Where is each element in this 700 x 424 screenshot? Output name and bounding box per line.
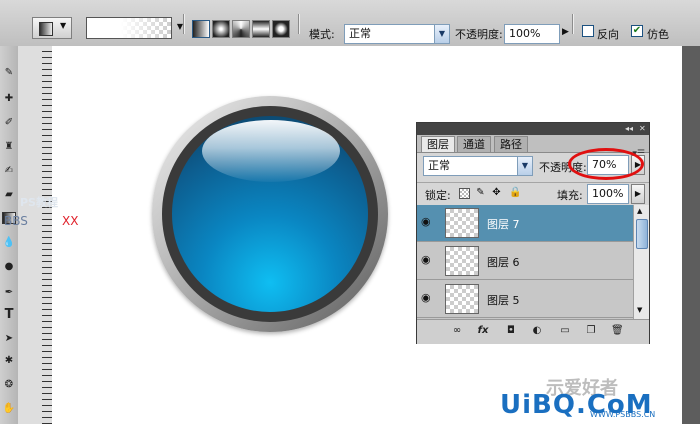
gradient-swatch[interactable]: ▼ (86, 17, 183, 39)
layer-row-6[interactable]: ◉ 图层 6 (417, 243, 633, 280)
layer-style-icon[interactable]: fx (477, 325, 489, 337)
scroll-up-icon[interactable]: ▲ (637, 207, 642, 215)
lock-all-icon[interactable]: 🔒 (509, 187, 521, 198)
blur-tool-icon[interactable]: 💧 (2, 236, 16, 250)
blend-mode-value: 正常 (428, 159, 450, 172)
tool-preset-picker[interactable]: ▼ (32, 17, 72, 39)
type-tool-icon[interactable]: T (2, 308, 16, 322)
gradient-type-group (192, 20, 290, 38)
brush-tool-icon[interactable]: ✐ (2, 116, 16, 130)
options-bar: ▼ ▼ 模式: 正常 ▼ 不透明度: 100% ▶ 反向 ✔ 仿色 (0, 0, 700, 47)
adjustment-layer-icon[interactable]: ◐ (531, 325, 543, 337)
layer-list-scrollbar[interactable]: ▲ ▼ (633, 205, 649, 319)
layer-name: 图层 6 (487, 256, 520, 269)
eyedropper-tool-icon[interactable]: ✎ (2, 66, 16, 80)
scroll-thumb[interactable] (636, 219, 648, 249)
linear-gradient-button[interactable] (192, 20, 210, 38)
watermark-xx: XX (62, 214, 79, 228)
eraser-tool-icon[interactable]: ▰ (2, 188, 16, 202)
opacity-label: 不透明度: (455, 28, 503, 41)
new-layer-icon[interactable]: ❐ (585, 325, 597, 337)
eye-icon[interactable]: ◉ (421, 216, 437, 228)
radial-gradient-button[interactable] (212, 20, 230, 38)
layer-thumbnail (445, 208, 479, 238)
lock-row: 锁定: ✎ ✥ 🔒 填充: 100% ▶ (417, 182, 649, 205)
blend-mode-select[interactable]: 正常 ▼ (423, 156, 533, 176)
3d-tool-icon[interactable]: ❂ (2, 378, 16, 392)
layer-mask-icon[interactable]: ◘ (505, 325, 517, 337)
watermark-bbs: BBS (4, 214, 28, 228)
highlight-oval (568, 148, 644, 180)
layer-name: 图层 5 (487, 294, 520, 307)
path-selection-tool-icon[interactable]: ➤ (2, 332, 16, 346)
layer-row-7[interactable]: ◉ 图层 7 (417, 205, 633, 242)
lock-label: 锁定: (425, 189, 451, 202)
tab-paths[interactable]: 路径 (494, 136, 528, 152)
vertical-ruler: 4 (18, 46, 58, 424)
fill-label: 填充: (557, 189, 583, 202)
lock-transparent-pixels-icon[interactable] (459, 188, 470, 199)
close-icon[interactable]: ✕ (639, 123, 646, 135)
scroll-down-icon[interactable]: ▼ (637, 306, 642, 314)
chevron-right-icon[interactable]: ▶ (562, 27, 569, 37)
lock-image-pixels-icon[interactable]: ✎ (475, 187, 486, 198)
watermark-url: WWW.PSBBS.CN (590, 410, 656, 419)
hand-tool-icon[interactable]: ✋ (2, 402, 16, 416)
opacity-value: 100% (509, 27, 541, 40)
layer-thumbnail (445, 284, 479, 314)
shape-tool-icon[interactable]: ✱ (2, 354, 16, 368)
chevron-down-icon[interactable]: ▼ (434, 25, 449, 43)
diamond-gradient-button[interactable] (272, 20, 290, 38)
angle-gradient-button[interactable] (232, 20, 250, 38)
mode-label: 模式: (309, 28, 335, 41)
mode-value: 正常 (349, 27, 371, 40)
collapse-icon[interactable]: ◂◂ (625, 123, 633, 135)
eye-icon[interactable]: ◉ (421, 292, 437, 304)
ruler-ticks (42, 46, 52, 424)
stamp-tool-icon[interactable]: ♜ (2, 140, 16, 154)
reflected-gradient-button[interactable] (252, 20, 270, 38)
gradient-tool-icon (39, 22, 53, 36)
panel-titlebar[interactable]: ◂◂ ✕ (417, 123, 649, 135)
history-brush-tool-icon[interactable]: ✍ (2, 164, 16, 178)
reverse-checkbox[interactable] (582, 25, 594, 37)
lock-position-icon[interactable]: ✥ (491, 187, 502, 198)
mode-select[interactable]: 正常 ▼ (344, 24, 450, 44)
pen-tool-icon[interactable]: ✒ (2, 286, 16, 300)
fill-value: 100% (592, 187, 624, 200)
reverse-label: 反向 (597, 28, 619, 41)
layer-name: 图层 7 (487, 218, 520, 231)
dither-checkbox[interactable]: ✔ (631, 25, 643, 37)
opacity-input[interactable]: 100% (504, 24, 560, 44)
layer-list: ◉ 图层 7 ◉ 图层 6 ◉ 图层 5 (417, 205, 633, 319)
new-group-icon[interactable]: ▭ (559, 325, 571, 337)
dodge-tool-icon[interactable]: ● (2, 260, 16, 274)
healing-brush-tool-icon[interactable]: ✚ (2, 92, 16, 106)
chevron-down-icon: ▼ (60, 21, 67, 30)
layer-row-5[interactable]: ◉ 图层 5 (417, 281, 633, 318)
watermark-top-text: PS教程 (20, 196, 58, 209)
link-layers-icon[interactable]: ∞ (451, 325, 463, 337)
layer-thumbnail (445, 246, 479, 276)
canvas-scroll-area[interactable] (682, 46, 700, 424)
sphere-gloss-highlight (202, 120, 340, 182)
eye-icon[interactable]: ◉ (421, 254, 437, 266)
tab-layers[interactable]: 图层 (421, 136, 455, 152)
chevron-down-icon[interactable]: ▼ (517, 157, 532, 175)
layers-panel-footer: ∞ fx ◘ ◐ ▭ ❐ 🗑 (417, 319, 649, 344)
dither-label: 仿色 (647, 28, 669, 41)
fill-slider-button[interactable]: ▶ (631, 184, 645, 204)
delete-layer-icon[interactable]: 🗑 (611, 325, 624, 337)
tools-panel: ✎ ✚ ✐ ♜ ✍ ▰ 💧 ● ✒ T ➤ ✱ ❂ ✋ (0, 46, 19, 424)
tab-channels[interactable]: 通道 (457, 136, 491, 152)
fill-input[interactable]: 100% (587, 184, 629, 204)
